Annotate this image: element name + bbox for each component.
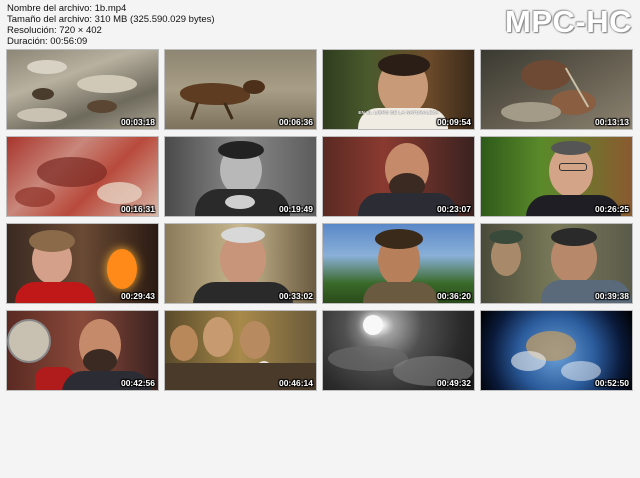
thumbnail-timestamp: 00:23:07 bbox=[436, 204, 471, 214]
thumbnail-1[interactable]: 00:03:18 bbox=[6, 49, 159, 130]
thumbnail-timestamp: 00:06:36 bbox=[278, 117, 313, 127]
thumbnail-timestamp: 00:29:43 bbox=[120, 291, 155, 301]
file-size-label: Tamaño del archivo: 310 MB (325.590.029 … bbox=[7, 14, 215, 25]
thumbnail-timestamp: 00:42:56 bbox=[120, 378, 155, 388]
thumbnail-2[interactable]: 00:06:36 bbox=[164, 49, 317, 130]
thumbnail-10[interactable]: 00:33:02 bbox=[164, 223, 317, 304]
thumbnail-timestamp: 00:26:25 bbox=[594, 204, 629, 214]
thumbnail-15[interactable]: 00:49:32 bbox=[322, 310, 475, 391]
thumbnail-6[interactable]: 00:19:49 bbox=[164, 136, 317, 217]
duration-label: Duración: 00:56:09 bbox=[7, 36, 88, 47]
thumbnail-timestamp: 00:33:02 bbox=[278, 291, 313, 301]
thumbnail-13[interactable]: 00:42:56 bbox=[6, 310, 159, 391]
thumbnail-timestamp: 00:09:54 bbox=[436, 117, 471, 127]
thumbnail-11[interactable]: 00:36:20 bbox=[322, 223, 475, 304]
subtitle-caption: EN EL LIBRO DE LA NATURALEZA bbox=[358, 110, 439, 115]
thumbnail-timestamp: 00:16:31 bbox=[120, 204, 155, 214]
thumbnail-timestamp: 00:13:13 bbox=[594, 117, 629, 127]
mpc-hc-logo: MPC-HC bbox=[505, 4, 632, 39]
thumbnail-timestamp: 00:36:20 bbox=[436, 291, 471, 301]
file-info: Nombre del archivo: 1b.mp4 Tamaño del ar… bbox=[7, 3, 215, 47]
thumbnail-timestamp: 00:52:50 bbox=[594, 378, 629, 388]
thumbnail-grid: 00:03:18 00:06:36 EN EL LIBRO DE LA NATU… bbox=[6, 49, 633, 478]
thumbnail-timestamp: 00:39:38 bbox=[594, 291, 629, 301]
thumbnail-16[interactable]: 00:52:50 bbox=[480, 310, 633, 391]
thumbnail-8[interactable]: 00:26:25 bbox=[480, 136, 633, 217]
thumbnail-5[interactable]: 00:16:31 bbox=[6, 136, 159, 217]
thumbnail-9[interactable]: 00:29:43 bbox=[6, 223, 159, 304]
resolution-label: Resolución: 720 × 402 bbox=[7, 25, 102, 36]
thumbnail-timestamp: 00:03:18 bbox=[120, 117, 155, 127]
file-name-label: Nombre del archivo: 1b.mp4 bbox=[7, 3, 127, 14]
thumbnail-4[interactable]: 00:13:13 bbox=[480, 49, 633, 130]
thumbnail-3[interactable]: EN EL LIBRO DE LA NATURALEZA 00:09:54 bbox=[322, 49, 475, 130]
thumbnail-timestamp: 00:49:32 bbox=[436, 378, 471, 388]
thumbnail-12[interactable]: 00:39:38 bbox=[480, 223, 633, 304]
thumbnail-timestamp: 00:46:14 bbox=[278, 378, 313, 388]
thumbnail-14[interactable]: 00:46:14 bbox=[164, 310, 317, 391]
thumbnail-7[interactable]: 00:23:07 bbox=[322, 136, 475, 217]
thumbnail-timestamp: 00:19:49 bbox=[278, 204, 313, 214]
